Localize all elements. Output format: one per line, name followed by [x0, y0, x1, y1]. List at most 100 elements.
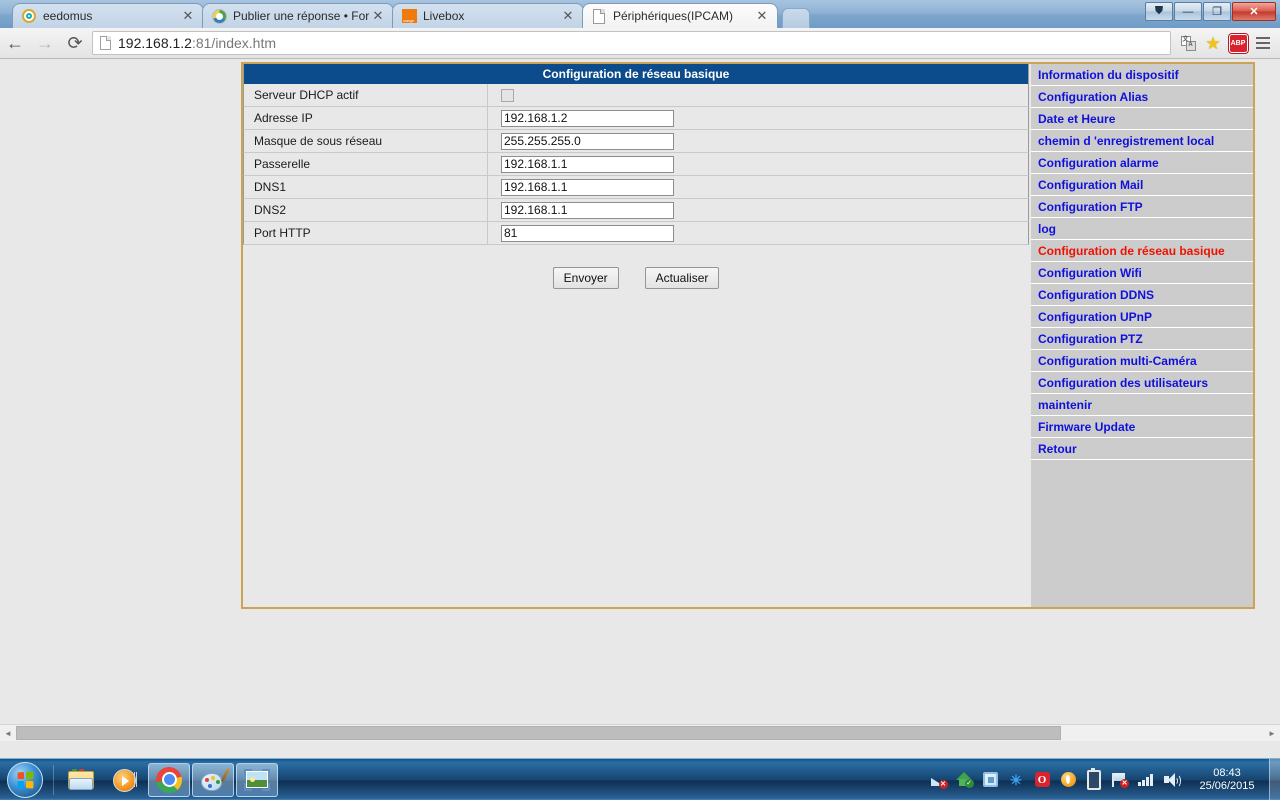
browser-toolbar: ← → ⟳ 192.168.1.2:81/index.htm 文A ★ ABP: [0, 28, 1280, 59]
taskbar-windows-media-player-icon[interactable]: [104, 763, 146, 797]
taskbar-photo-viewer-icon[interactable]: [236, 762, 278, 797]
browser-tab-2[interactable]: Publier une réponse • For ✕: [202, 3, 394, 28]
table-row: Adresse IP: [243, 107, 1029, 130]
antivirus-icon[interactable]: [1057, 769, 1079, 791]
taskbar-clock[interactable]: 08:43 25/06/2015: [1185, 767, 1267, 793]
sidebar-item-wifi[interactable]: Configuration Wifi: [1031, 262, 1253, 284]
eedomus-ring-icon: [21, 8, 37, 24]
table-row: Port HTTP: [243, 222, 1029, 245]
scroll-right-arrow[interactable]: ►: [1264, 725, 1280, 741]
tab-close-button[interactable]: ✕: [754, 8, 770, 24]
sidebar-item-date-time[interactable]: Date et Heure: [1031, 108, 1253, 130]
network-flag-error-icon[interactable]: ✕: [1109, 769, 1131, 791]
row-value: [488, 199, 1028, 221]
table-row: DNS1: [243, 176, 1029, 199]
scrollbar-thumb[interactable]: [16, 726, 1061, 740]
tab-close-button[interactable]: ✕: [180, 8, 196, 24]
horizontal-scrollbar[interactable]: ◄ ►: [0, 724, 1280, 741]
back-button[interactable]: ←: [0, 28, 30, 58]
bookmark-star-icon[interactable]: ★: [1202, 32, 1224, 54]
address-host: 192.168.1.2: [118, 35, 192, 51]
opera-glyph: O: [1034, 772, 1050, 787]
table-row: Masque de sous réseau: [243, 130, 1029, 153]
page-info-icon: [100, 36, 111, 50]
taskbar-divider: [53, 764, 54, 795]
show-desktop-button[interactable]: [1269, 759, 1280, 800]
row-value: [488, 107, 1028, 129]
taskbar-paint-icon[interactable]: [192, 762, 234, 797]
sidebar-item-ddns[interactable]: Configuration DDNS: [1031, 284, 1253, 306]
sidebar-item-mail[interactable]: Configuration Mail: [1031, 174, 1253, 196]
scrollbar-track[interactable]: [16, 725, 1264, 741]
bluetooth-glyph: ✳: [1010, 771, 1022, 788]
table-row: DNS2: [243, 199, 1029, 222]
volume-icon[interactable]: [1161, 769, 1183, 791]
chrome-menu-icon[interactable]: [1252, 32, 1274, 54]
display-icon[interactable]: [979, 769, 1001, 791]
browser-tab-4[interactable]: Périphériques(IPCAM) ✕: [582, 3, 778, 28]
adblock-plus-label: ABP: [1228, 33, 1248, 53]
security-home-icon[interactable]: ✓: [953, 769, 975, 791]
browser-tab-1[interactable]: eedomus ✕: [12, 3, 204, 28]
new-tab-button[interactable]: [782, 8, 810, 28]
tab-title: eedomus: [43, 9, 93, 23]
translate-icon[interactable]: 文A: [1177, 32, 1199, 54]
minimize-button[interactable]: —: [1174, 2, 1202, 21]
sidebar-item-log[interactable]: log: [1031, 218, 1253, 240]
sidebar-item-upnp[interactable]: Configuration UPnP: [1031, 306, 1253, 328]
dns1-input[interactable]: [501, 178, 674, 196]
close-window-button[interactable]: ✕: [1232, 2, 1276, 21]
start-button[interactable]: [2, 761, 48, 799]
tab-title: Publier une réponse • For: [233, 9, 370, 23]
sidebar-item-alias[interactable]: Configuration Alias: [1031, 86, 1253, 108]
ip-address-input[interactable]: [501, 109, 674, 127]
windows-taskbar: ✕ ✓ ✳ O ✕ 08:43 25/06/2015: [0, 758, 1280, 800]
row-label: DNS2: [244, 199, 488, 221]
maximize-button[interactable]: ❐: [1203, 2, 1231, 21]
sidebar-item-multi-camera[interactable]: Configuration multi-Caméra: [1031, 350, 1253, 372]
tab-close-button[interactable]: ✕: [370, 8, 386, 24]
sidebar-item-device-info[interactable]: Information du dispositif: [1031, 64, 1253, 86]
subnet-mask-input[interactable]: [501, 132, 674, 150]
scroll-left-arrow[interactable]: ◄: [0, 725, 16, 741]
sidebar-item-ptz[interactable]: Configuration PTZ: [1031, 328, 1253, 350]
tab-title: Livebox: [423, 9, 465, 23]
toolbar-icons: 文A ★ ABP: [1177, 32, 1280, 54]
browser-tab-3[interactable]: Livebox ✕: [392, 3, 584, 28]
page-title: Configuration de réseau basique: [243, 64, 1029, 84]
bluetooth-icon[interactable]: ✳: [1005, 769, 1027, 791]
http-port-input[interactable]: [501, 224, 674, 242]
sidebar-item-alarm[interactable]: Configuration alarme: [1031, 152, 1253, 174]
battery-icon[interactable]: [1083, 767, 1105, 791]
row-label: Adresse IP: [244, 107, 488, 129]
row-value: [488, 130, 1028, 152]
taskbar-google-chrome-icon[interactable]: [148, 762, 190, 797]
submit-button[interactable]: Envoyer: [552, 267, 619, 289]
sidebar-item-maintain[interactable]: maintenir: [1031, 394, 1253, 416]
sidebar-item-ftp[interactable]: Configuration FTP: [1031, 196, 1253, 218]
sidebar-item-back[interactable]: Retour: [1031, 438, 1253, 460]
clock-time: 08:43: [1213, 766, 1241, 779]
reload-button[interactable]: ⟳: [60, 28, 90, 58]
network-disconnected-icon[interactable]: ✕: [927, 769, 949, 791]
address-bar[interactable]: 192.168.1.2:81/index.htm: [92, 31, 1171, 55]
taskbar-windows-explorer-icon[interactable]: [60, 763, 102, 797]
user-account-button[interactable]: ⛊: [1145, 2, 1173, 21]
forward-button[interactable]: →: [30, 28, 60, 58]
tab-close-button[interactable]: ✕: [560, 8, 576, 24]
screen: eedomus ✕ Publier une réponse • For ✕ Li…: [0, 0, 1280, 800]
opera-icon[interactable]: O: [1031, 769, 1053, 791]
refresh-button[interactable]: Actualiser: [644, 267, 720, 289]
signal-strength-icon[interactable]: [1135, 769, 1157, 791]
sidebar-item-local-record-path[interactable]: chemin d 'enregistrement local: [1031, 130, 1253, 152]
sidebar-item-users[interactable]: Configuration des utilisateurs: [1031, 372, 1253, 394]
page-icon: [591, 8, 607, 24]
dhcp-enabled-checkbox[interactable]: [501, 88, 514, 102]
dns2-input[interactable]: [501, 201, 674, 219]
gateway-input[interactable]: [501, 155, 674, 173]
row-value: [488, 176, 1028, 198]
adblock-plus-icon[interactable]: ABP: [1227, 32, 1249, 54]
sidebar-item-basic-network[interactable]: Configuration de réseau basique: [1031, 240, 1253, 262]
sidebar-item-firmware-update[interactable]: Firmware Update: [1031, 416, 1253, 438]
form-buttons: Envoyer Actualiser: [243, 267, 1029, 289]
